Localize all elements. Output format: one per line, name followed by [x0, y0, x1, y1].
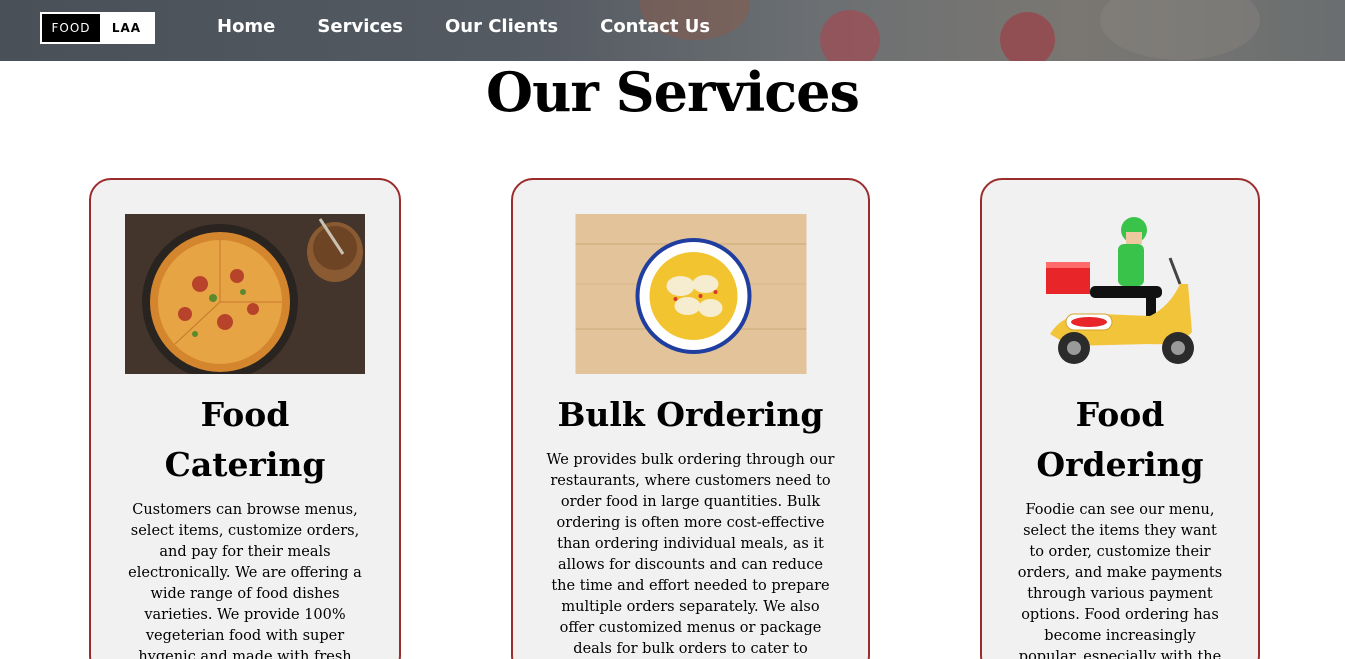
card-title: Bulk Ordering — [557, 395, 824, 434]
site-header: FOOD LAA Home Services Our Clients Conta… — [0, 0, 1345, 61]
service-card-food-ordering: Food Ordering Foodie can see our menu, s… — [980, 178, 1260, 659]
nav-contact-us[interactable]: Contact Us — [600, 16, 710, 37]
nav-our-clients[interactable]: Our Clients — [445, 16, 558, 37]
header-bg-strawberry — [1000, 12, 1055, 61]
pizza-image — [125, 214, 365, 374]
service-card-food-catering: Food Catering Customers can browse menus… — [89, 178, 401, 659]
bowl-dish-image — [575, 214, 806, 374]
nav-services[interactable]: Services — [317, 16, 403, 37]
card-title-line2: Ordering — [1036, 445, 1204, 484]
page-title: Our Services — [486, 60, 860, 124]
card-description: Customers can browse menus, select items… — [128, 502, 362, 659]
site-logo[interactable]: FOOD LAA — [40, 12, 155, 44]
service-card-bulk-ordering: Bulk Ordering We provides bulk ordering … — [511, 178, 870, 659]
card-title-line1: Food — [1075, 395, 1165, 434]
logo-left-text: FOOD — [42, 14, 100, 42]
logo-right-text: LAA — [111, 21, 142, 35]
card-description: We provides bulk ordering through our re… — [546, 452, 835, 657]
nav-home[interactable]: Home — [217, 16, 275, 37]
header-bg-strawberry — [820, 10, 880, 61]
main-nav: Home Services Our Clients Contact Us — [217, 16, 752, 37]
card-title-line2: Catering — [164, 445, 326, 484]
card-description: Foodie can see our menu, select the item… — [1017, 502, 1223, 659]
card-title-line1: Food — [200, 395, 290, 434]
header-bg-plate — [1100, 0, 1260, 60]
delivery-scooter-image — [1030, 214, 1210, 374]
